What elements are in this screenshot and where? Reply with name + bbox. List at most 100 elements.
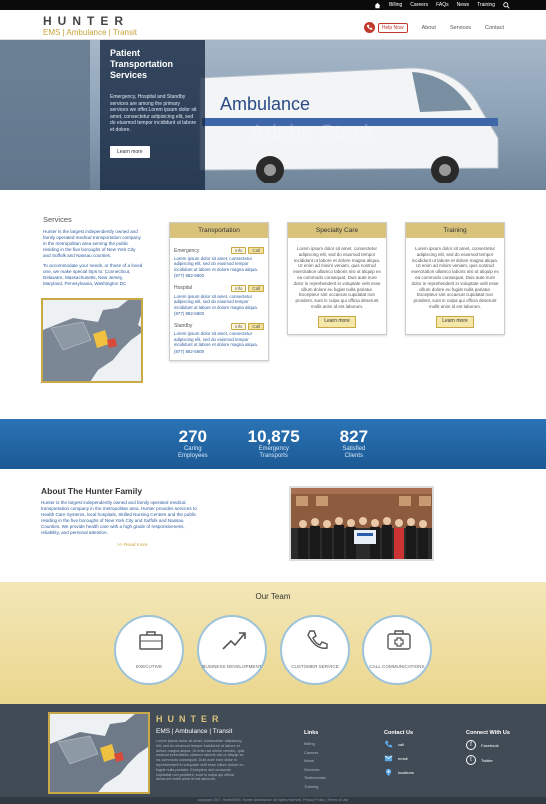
footer-social: Connect With Us f Facebook t Twitter bbox=[466, 730, 510, 770]
logo-title[interactable]: HUNTER bbox=[43, 14, 129, 28]
footer-links: Links Billing Careers News Services Test… bbox=[304, 730, 326, 791]
stat-employees-label2: Employees bbox=[177, 453, 208, 459]
hospital-label: Hospital bbox=[174, 285, 193, 292]
services-heading: Services bbox=[43, 215, 72, 224]
team-call-communications[interactable]: CALL COMMUNICATIONS bbox=[362, 615, 432, 685]
hero-learn-more-button[interactable]: Learn more bbox=[110, 146, 150, 158]
stat-transports: 10,875 Emergency Transports bbox=[248, 428, 300, 460]
site-header: HUNTER EMS | Ambulance | Transit Help No… bbox=[0, 10, 546, 40]
nav-about[interactable]: About bbox=[422, 25, 436, 31]
map-pin-icon bbox=[385, 768, 392, 777]
footer-brand: HUNTER bbox=[156, 714, 224, 724]
email-icon bbox=[384, 755, 393, 762]
stat-clients-number: 827 bbox=[339, 427, 369, 446]
standby-row: Standby Info Call bbox=[174, 322, 264, 331]
footer-link-news[interactable]: News bbox=[304, 757, 326, 766]
help-now-button[interactable]: Help Now bbox=[363, 22, 408, 33]
training-learn-more-button[interactable]: Learn more bbox=[436, 315, 474, 328]
phone-icon bbox=[384, 740, 393, 748]
about-heading: About The Hunter Family bbox=[41, 486, 143, 496]
stat-employees: 270 Caring Employees bbox=[178, 428, 208, 460]
footer-email-label: email bbox=[398, 756, 408, 761]
footer-facebook-label: Facebook bbox=[481, 742, 499, 748]
stat-clients: 827 Satisfied Clients bbox=[340, 428, 368, 460]
standby-phone[interactable]: (877) 882-5800 bbox=[174, 349, 264, 355]
specialty-care-card: Specialty Care Lorem ipsum dolor sit ame… bbox=[287, 222, 387, 335]
team-executive[interactable]: EXECUTIVE bbox=[114, 615, 184, 685]
phone-handset-icon bbox=[307, 630, 328, 649]
about-read-more-link[interactable]: >> Read more bbox=[117, 543, 148, 548]
topbar-link-faqs[interactable]: FAQs bbox=[436, 2, 449, 8]
briefcase-icon bbox=[139, 631, 163, 650]
site-footer: HUNTER EMS | Ambulance | Transit Lorem i… bbox=[0, 704, 546, 804]
topbar-link-news[interactable]: News bbox=[457, 2, 470, 8]
search-icon[interactable] bbox=[503, 1, 510, 9]
twitter-icon: t bbox=[466, 755, 476, 765]
logo-subtitle: EMS | Ambulance | Transit bbox=[43, 28, 137, 37]
phone-icon bbox=[363, 22, 375, 33]
footer-email[interactable]: email bbox=[384, 754, 414, 763]
specialty-learn-more-button[interactable]: Learn more bbox=[318, 315, 356, 328]
standby-call-button[interactable]: Call bbox=[248, 322, 264, 330]
team-heading: Our Team bbox=[255, 592, 291, 601]
hospital-info-button[interactable]: Info bbox=[231, 284, 247, 292]
footer-link-training[interactable]: Training bbox=[304, 783, 326, 792]
footer-locations[interactable]: locations bbox=[384, 768, 414, 777]
footer-link-testimonials[interactable]: Testimonials bbox=[304, 774, 326, 783]
hospital-phone[interactable]: (877) 882-5800 bbox=[174, 311, 264, 317]
team-executive-label: EXECUTIVE bbox=[135, 663, 163, 669]
emergency-phone[interactable]: (877) 882-5800 bbox=[174, 273, 264, 279]
topbar-link-careers[interactable]: Careers bbox=[410, 2, 428, 8]
emergency-label: Emergency bbox=[174, 247, 200, 254]
team-call-communications-label: CALL COMMUNICATIONS bbox=[369, 663, 425, 669]
footer-link-careers[interactable]: Careers bbox=[304, 749, 326, 758]
stat-transports-label2: Transports bbox=[259, 453, 288, 459]
nav-services[interactable]: Services bbox=[450, 25, 471, 31]
hospital-call-button[interactable]: Call bbox=[248, 284, 264, 292]
trend-up-icon bbox=[222, 632, 246, 650]
transportation-card: Transportation Emergency Info Call Lorem … bbox=[169, 222, 269, 362]
nav-contact[interactable]: Contact bbox=[485, 25, 504, 31]
standby-info-button[interactable]: Info bbox=[231, 322, 247, 330]
medical-kit-icon bbox=[387, 630, 411, 650]
about-section: About The Hunter Family Hunter is the la… bbox=[41, 486, 201, 536]
footer-twitter[interactable]: t Twitter bbox=[466, 755, 510, 765]
footer-link-billing[interactable]: Billing bbox=[304, 740, 326, 749]
training-card: Training Lorem ipsum dolor sit amet, con… bbox=[405, 222, 505, 335]
footer-call[interactable]: call bbox=[384, 740, 414, 749]
team-business-development[interactable]: BUSINESS DEVELOPMENT bbox=[197, 615, 267, 685]
standby-label: Standby bbox=[174, 323, 193, 330]
stat-employees-number: 270 bbox=[178, 427, 207, 446]
home-icon[interactable] bbox=[374, 2, 381, 9]
van-label: Ambulance bbox=[220, 94, 310, 114]
main-nav: Help Now About Services Contact bbox=[363, 22, 504, 33]
topbar-link-billing[interactable]: Billing bbox=[389, 2, 402, 8]
footer-call-label: call bbox=[398, 742, 405, 747]
watermark: Adobe Stock bbox=[250, 120, 375, 145]
footer-contact: Contact Us call email locations bbox=[384, 730, 414, 782]
team-business-development-label: BUSINESS DEVELOPMENT bbox=[202, 663, 262, 669]
hero-banner: Ambulance Adobe Stock Patient Transporta… bbox=[0, 40, 546, 190]
training-card-text: Lorem ipsum dolor sit amet, consectetur … bbox=[411, 246, 499, 309]
copyright-bar: copyright 2017, HunterEMS. Hunter Ambula… bbox=[0, 797, 546, 804]
team-photo bbox=[289, 486, 434, 561]
footer-facebook[interactable]: f Facebook bbox=[466, 740, 510, 750]
emergency-call-button[interactable]: Call bbox=[248, 247, 264, 254]
topbar-link-training[interactable]: Training bbox=[477, 2, 495, 8]
footer-link-services[interactable]: Services bbox=[304, 766, 326, 775]
emergency-info-button[interactable]: Info bbox=[231, 247, 247, 254]
team-customer-service[interactable]: CUSTOMER SERVICE bbox=[280, 615, 350, 685]
stat-clients-label2: Clients bbox=[344, 453, 364, 459]
hospital-row: Hospital Info Call bbox=[174, 284, 264, 293]
footer-map bbox=[48, 712, 150, 794]
footer-social-heading: Connect With Us bbox=[466, 730, 510, 736]
emergency-text: Lorem ipsum dolor sit amet, consectetur … bbox=[174, 255, 258, 272]
footer-links-heading: Links bbox=[304, 730, 319, 736]
standby-text: Lorem ipsum dolor sit amet, consectetur … bbox=[174, 331, 258, 348]
footer-locations-label: locations bbox=[398, 770, 414, 775]
specialty-card-text: Lorem ipsum dolor sit amet, consectetur … bbox=[293, 246, 381, 309]
footer-twitter-label: Twitter bbox=[481, 757, 493, 763]
emergency-row: Emergency Info Call bbox=[174, 247, 264, 255]
about-text: Hunter is the largest independently owne… bbox=[41, 500, 197, 535]
top-utility-bar: Billing Careers FAQs News Training bbox=[0, 0, 546, 10]
